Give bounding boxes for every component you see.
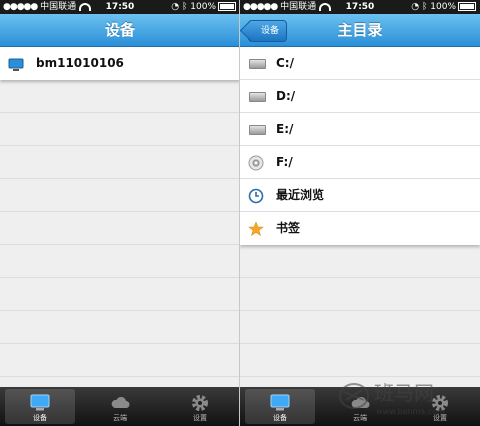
tab-settings[interactable]: 设置 [165, 389, 235, 424]
tab-devices[interactable]: 设备 [5, 389, 75, 424]
monitor-icon [270, 394, 290, 411]
tab-cloud[interactable]: 云端 [85, 389, 155, 424]
alarm-icon: ◔ [171, 2, 180, 12]
watermark-logo: 班马网 www.banma.com [339, 381, 445, 416]
devices-screen: ●●●●● 中国联通 17:50 ◔ ᛒ 100% 设备 bm11010106 [0, 0, 240, 426]
star-icon [248, 221, 264, 237]
battery-percent: 100% [430, 2, 456, 12]
list-item-recent[interactable]: 最近浏览 [240, 179, 480, 212]
alarm-icon: ◔ [411, 2, 420, 12]
monitor-icon [30, 394, 50, 411]
drive-icon [249, 125, 266, 135]
navigation-bar: 设备 [0, 14, 239, 47]
battery-percent: 100% [190, 2, 216, 12]
watermark-url: www.banma.com [376, 407, 445, 416]
bluetooth-icon: ᛒ [421, 2, 428, 12]
drive-icon [249, 59, 266, 69]
navigation-bar: 设备 主目录 [240, 14, 480, 47]
bluetooth-icon: ᛒ [181, 2, 188, 12]
status-bar: ●●●●● 中国联通 17:50 ◔ ᛒ 100% [240, 0, 480, 14]
clock-icon [248, 188, 264, 204]
battery-icon [458, 2, 476, 11]
cloud-icon [111, 396, 130, 408]
empty-list-background [0, 47, 239, 387]
back-button[interactable]: 设备 [248, 20, 288, 42]
device-row[interactable]: bm11010106 [0, 47, 239, 80]
status-bar: ●●●●● 中国联通 17:50 ◔ ᛒ 100% [0, 0, 239, 14]
app-split-view: ●●●●● 中国联通 17:50 ◔ ᛒ 100% 设备 bm11010106 [0, 0, 480, 426]
list-item-drive-c[interactable]: C:/ [240, 47, 480, 80]
list-item-drive-e[interactable]: E:/ [240, 113, 480, 146]
page-title: 设备 [104, 21, 135, 39]
list-item-drive-d[interactable]: D:/ [240, 80, 480, 113]
list-item-drive-f[interactable]: F:/ [240, 146, 480, 179]
gear-icon [192, 395, 208, 411]
drive-icon [249, 92, 266, 102]
tab-devices[interactable]: 设备 [245, 389, 315, 424]
main-directory-screen: ●●●●● 中国联通 17:50 ◔ ᛒ 100% 设备 主目录 C:/ D:/… [240, 0, 480, 426]
device-list: bm11010106 [0, 47, 239, 80]
cd-icon [248, 155, 264, 171]
monitor-icon [8, 58, 24, 71]
watermark-brand: 班马网 [374, 381, 434, 405]
tab-bar: 设备 云端 设置 [0, 387, 239, 426]
directory-list: C:/ D:/ E:/ F:/ 最近浏览 书签 [240, 47, 480, 245]
device-name: bm11010106 [36, 56, 124, 70]
battery-icon [218, 2, 236, 11]
list-item-bookmarks[interactable]: 书签 [240, 212, 480, 245]
